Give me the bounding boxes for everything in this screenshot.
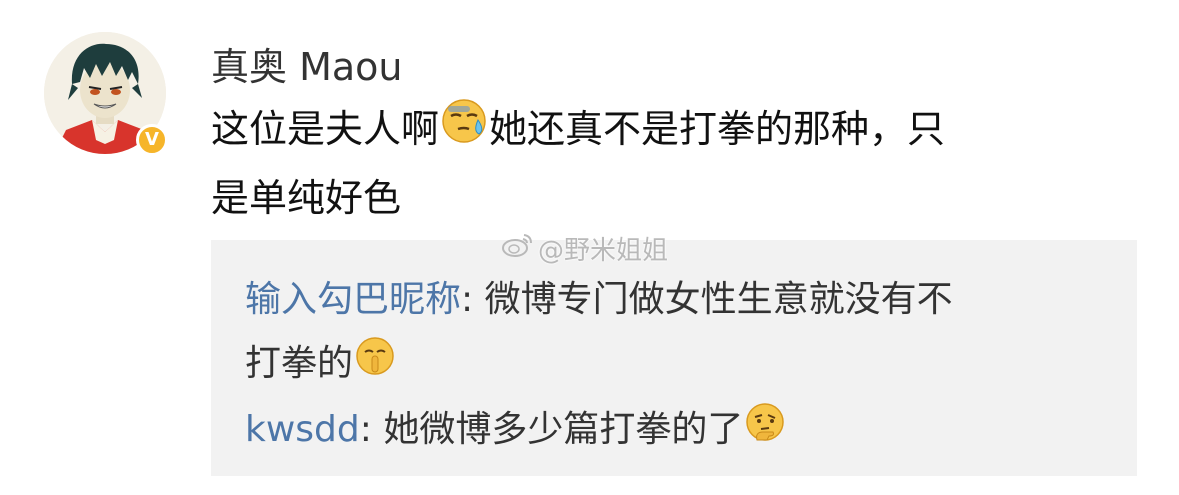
comment-username[interactable]: 真奥 Maou [211, 36, 403, 91]
reply-text: 她微博多少篇打拳的了 [383, 409, 744, 450]
avatar[interactable]: V [44, 32, 168, 156]
comment-line-1: 这位是夫人啊 她还真不是打拳的那种，只 [211, 96, 1141, 165]
comment-text: 这位是夫人啊 她还真不是打拳的那种，只 是单纯好色 [211, 96, 1141, 232]
reply-text-continued: 打拳的 [245, 343, 354, 384]
reply-1[interactable]: 输入勾巴昵称: 微博专门做女性生意就没有不 打拳的 [245, 268, 1105, 397]
replies-box[interactable]: 输入勾巴昵称: 微博专门做女性生意就没有不 打拳的 kwsdd: 她微博多少篇打… [211, 240, 1137, 476]
comment-line-2: 是单纯好色 [211, 176, 402, 220]
sweat-face-icon [441, 98, 487, 165]
verified-badge-icon: V [136, 124, 168, 156]
reply-1-line-2: 打拳的 [245, 332, 1105, 397]
reply-separator: : [461, 279, 485, 320]
reply-2[interactable]: kwsdd: 她微博多少篇打拳的了 [245, 398, 1105, 463]
reply-text: 微博专门做女性生意就没有不 [484, 279, 953, 320]
reply-separator: : [359, 409, 384, 450]
comment-text-before-emoji: 这位是夫人啊 [211, 107, 440, 151]
reply-2-line-1: kwsdd: 她微博多少篇打拳的了 [245, 398, 1105, 463]
thinking-face-icon [745, 399, 785, 463]
reply-1-line-1: 输入勾巴昵称: 微博专门做女性生意就没有不 [245, 268, 1105, 332]
watermark-text: @野米姐姐 [538, 236, 669, 266]
reply-username[interactable]: kwsdd [245, 409, 360, 450]
weibo-logo-icon [500, 231, 534, 266]
comment-text-after-emoji: 她还真不是打拳的那种，只 [489, 107, 946, 151]
reply-username[interactable]: 输入勾巴昵称 [245, 279, 461, 320]
verified-badge-letter: V [145, 129, 159, 150]
shushing-face-icon [355, 333, 395, 397]
weibo-watermark: @野米姐姐 [500, 230, 668, 267]
